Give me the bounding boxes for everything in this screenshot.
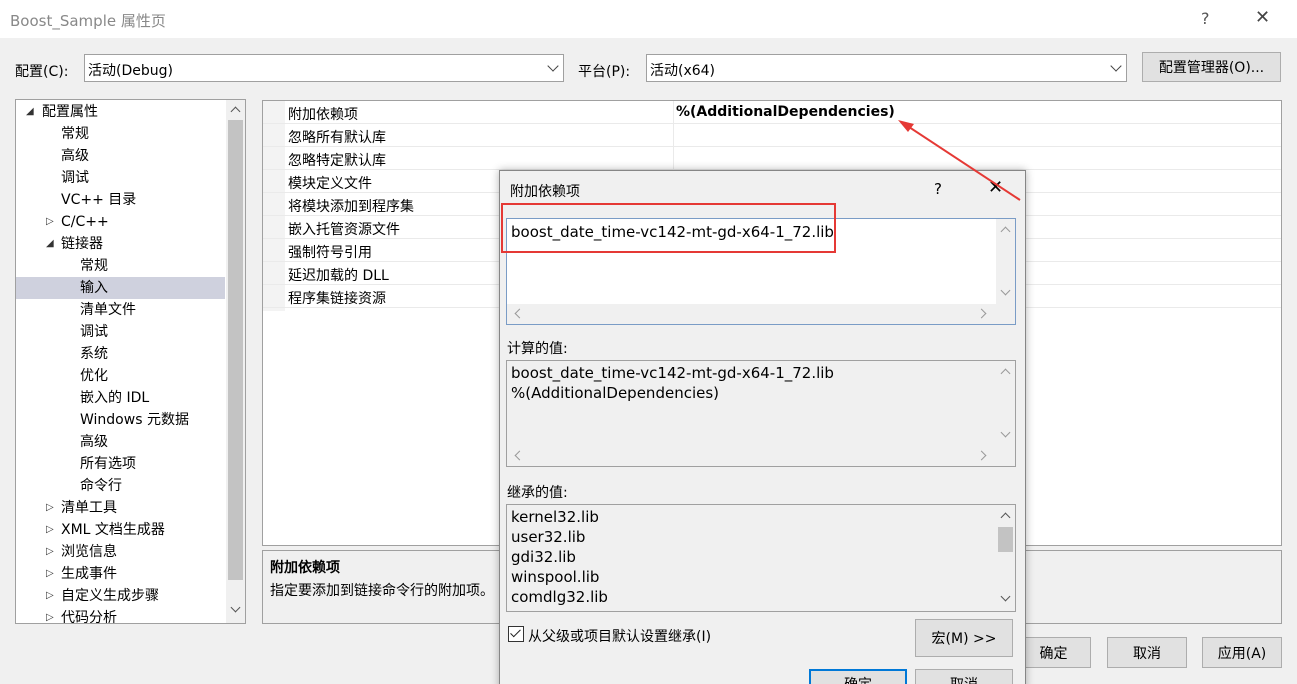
annotation-arrow-line (905, 124, 1021, 201)
annotation-arrow (898, 120, 1021, 201)
annotation-arrow-head (898, 120, 914, 132)
